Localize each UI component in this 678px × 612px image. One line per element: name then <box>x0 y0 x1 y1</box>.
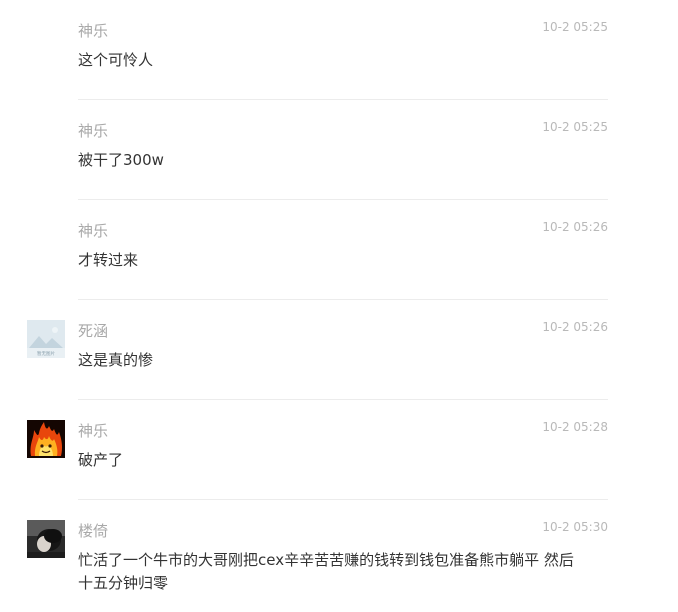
comment-text: 这个可怜人 <box>78 51 154 69</box>
comment-item: 神乐 10-2 05:25 这个可怜人 <box>0 0 678 100</box>
comment-text: 这是真的惨 <box>78 351 154 369</box>
comment-username[interactable]: 死涵 <box>78 321 108 341</box>
comment-item: 神乐 10-2 05:28 破产了 <box>0 400 678 500</box>
image-placeholder-icon: 暂无图片 <box>27 320 65 358</box>
comment-item: 暂无图片 死涵 10-2 05:26 这是真的惨 <box>0 300 678 400</box>
fire-face-icon <box>27 420 65 458</box>
comment-text: 忙活了一个牛市的大哥刚把cex辛辛苦苦赚的钱转到钱包准备熊市躺平 然后十五分钟归… <box>78 551 574 592</box>
comment-username[interactable]: 神乐 <box>78 421 108 441</box>
comment-text: 才转过来 <box>78 251 139 269</box>
comment-username[interactable]: 神乐 <box>78 121 108 141</box>
comment-time: 10-2 05:30 <box>542 520 608 534</box>
avatar-placeholder-caption: 暂无图片 <box>37 350 55 357</box>
default-avatar-image[interactable]: 暂无图片 <box>27 320 65 358</box>
comment-username[interactable]: 神乐 <box>78 21 108 41</box>
comment-username[interactable]: 神乐 <box>78 221 108 241</box>
comment-username[interactable]: 楼倚 <box>78 521 108 541</box>
comment-time: 10-2 05:28 <box>542 420 608 434</box>
person-photo-avatar[interactable] <box>27 520 65 558</box>
fire-face-avatar[interactable] <box>27 420 65 458</box>
comment-text: 被干了300w <box>78 151 164 169</box>
comment-item: 楼倚 10-2 05:30 忙活了一个牛市的大哥刚把cex辛辛苦苦赚的钱转到钱包… <box>0 500 678 600</box>
comment-item: 神乐 10-2 05:25 被干了300w <box>0 100 678 200</box>
comment-time: 10-2 05:25 <box>542 120 608 134</box>
comment-item: 神乐 10-2 05:26 才转过来 <box>0 200 678 300</box>
person-photo-icon <box>27 520 65 558</box>
comment-time: 10-2 05:26 <box>542 320 608 334</box>
comment-text: 破产了 <box>78 451 124 469</box>
comment-time: 10-2 05:26 <box>542 220 608 234</box>
comment-time: 10-2 05:25 <box>542 20 608 34</box>
